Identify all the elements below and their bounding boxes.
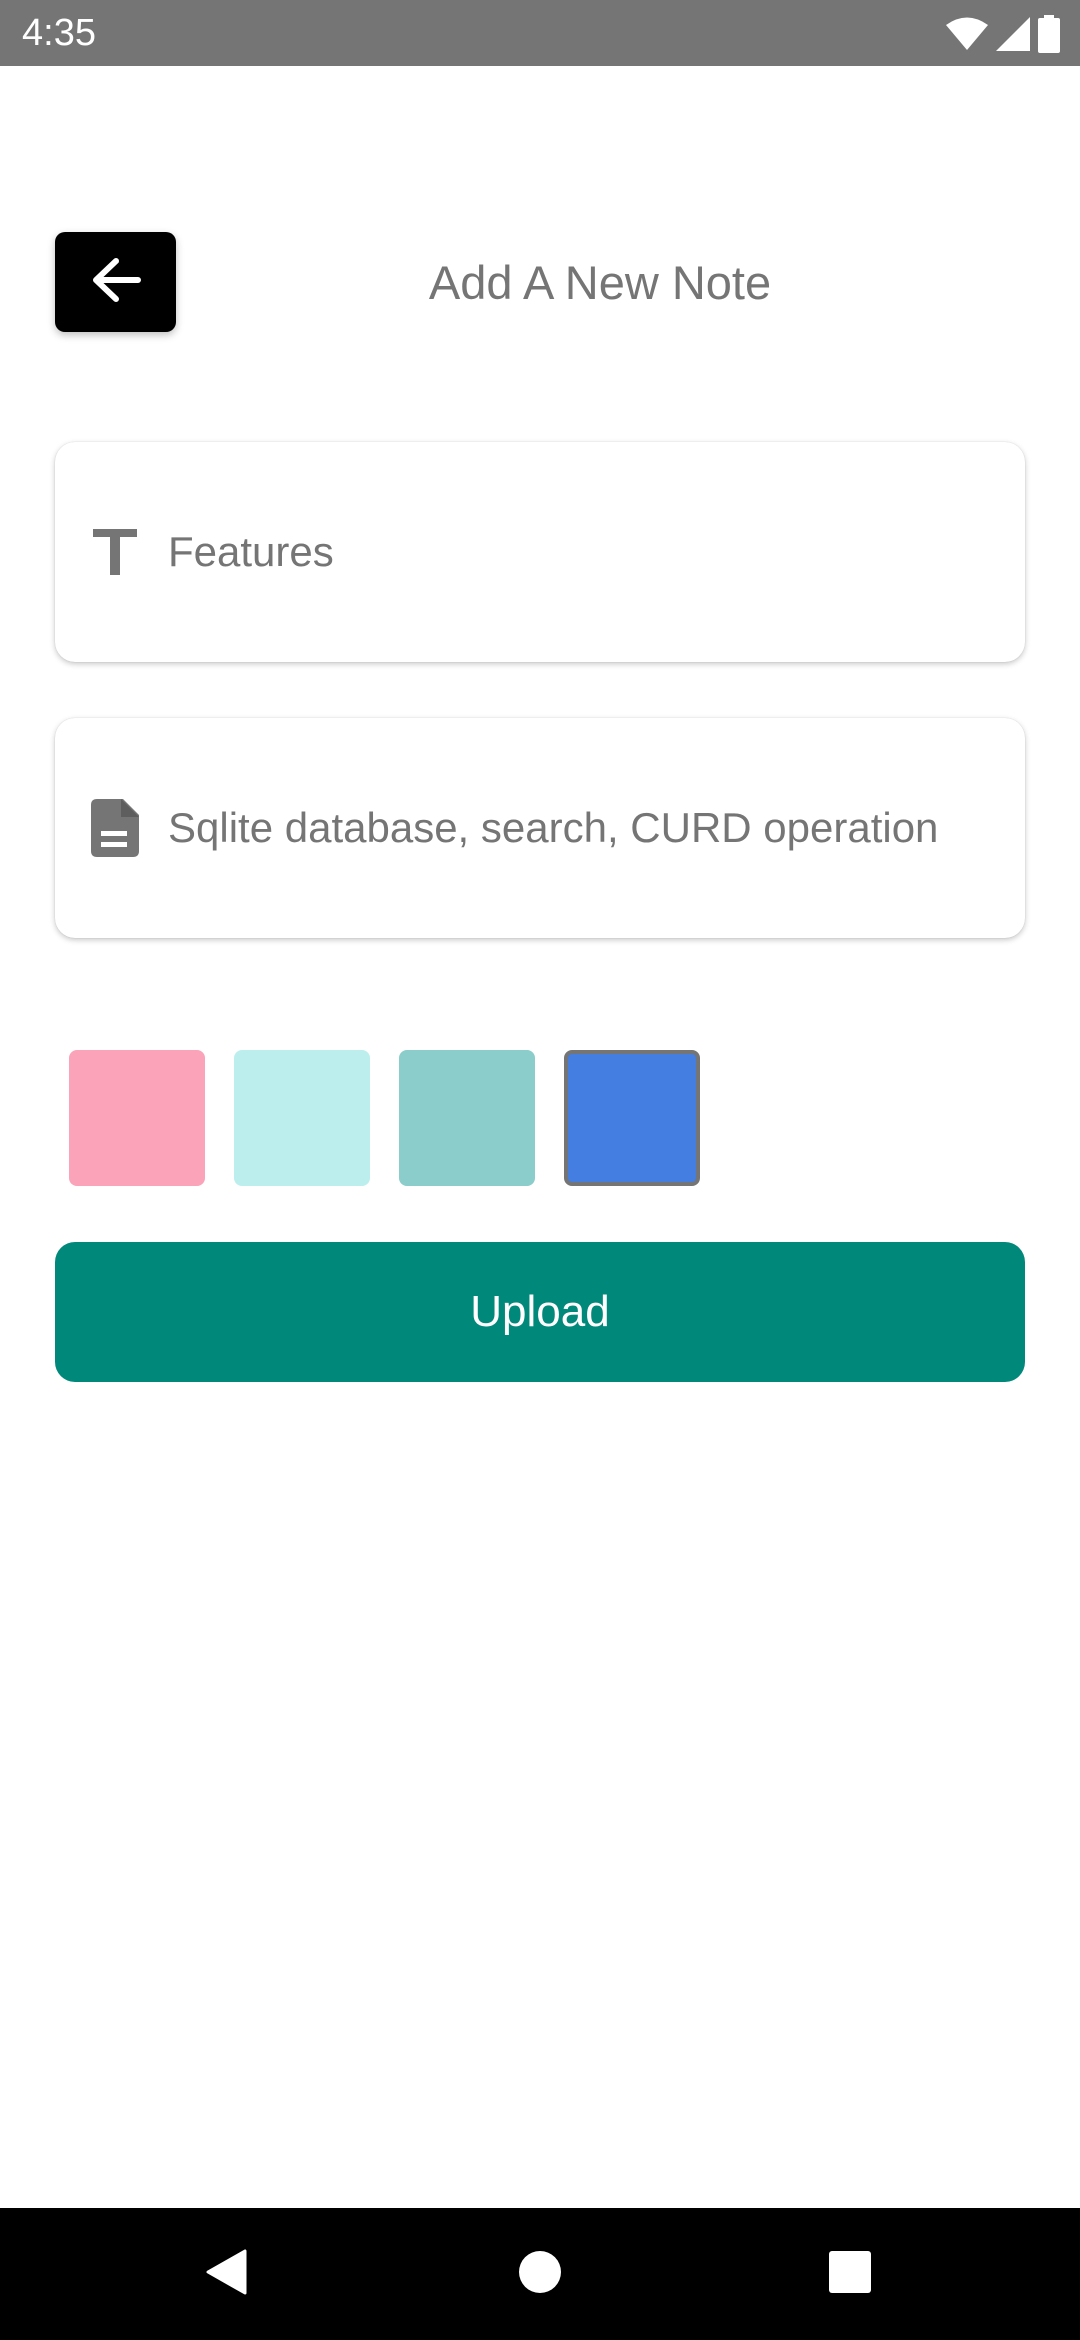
color-swatch-blue[interactable] <box>564 1050 700 1186</box>
color-swatch-pink[interactable] <box>69 1050 205 1186</box>
back-triangle-icon <box>205 2249 247 2300</box>
note-title-value[interactable]: Features <box>168 524 334 580</box>
recents-square-icon <box>829 2250 871 2298</box>
document-icon <box>85 798 145 858</box>
note-title-field[interactable]: Features <box>55 442 1025 662</box>
text-format-icon <box>85 522 145 582</box>
home-circle-icon <box>518 2250 562 2299</box>
add-note-screen: 4:35 Add A New Note Features Sqlite data… <box>0 0 1080 2340</box>
page-title: Add A New Note <box>428 256 772 309</box>
status-bar: 4:35 <box>0 0 1080 66</box>
status-time: 4:35 <box>22 12 96 54</box>
note-description-field[interactable]: Sqlite database, search, CURD operation <box>55 718 1025 938</box>
arrow-left-icon <box>90 257 142 308</box>
nav-recents-button[interactable] <box>820 2244 880 2304</box>
battery-icon <box>1038 15 1060 53</box>
cell-signal-icon <box>996 17 1030 51</box>
back-button[interactable] <box>55 232 176 332</box>
wifi-icon <box>946 17 988 51</box>
color-picker <box>69 1050 700 1186</box>
system-nav-bar <box>0 2208 1080 2340</box>
color-swatch-light-cyan[interactable] <box>234 1050 370 1186</box>
upload-button[interactable]: Upload <box>55 1242 1025 1382</box>
status-icons <box>946 14 1060 54</box>
note-description-value[interactable]: Sqlite database, search, CURD operation <box>168 800 938 856</box>
color-swatch-teal-light[interactable] <box>399 1050 535 1186</box>
nav-back-button[interactable] <box>196 2244 256 2304</box>
nav-home-button[interactable] <box>510 2244 570 2304</box>
